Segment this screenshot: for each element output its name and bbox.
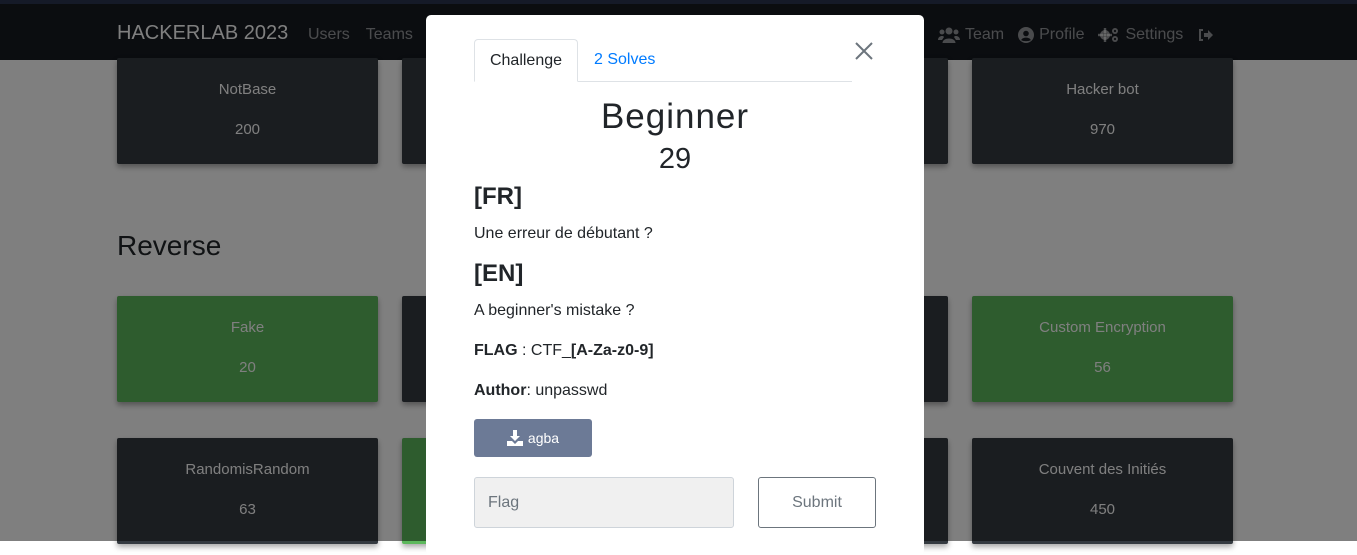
flag-input[interactable] xyxy=(474,477,734,528)
description-text-fr: Une erreur de débutant ? xyxy=(474,225,653,242)
description-text-en: A beginner's mistake ? xyxy=(474,302,635,319)
description-heading-fr: [FR] xyxy=(474,183,522,210)
challenge-modal: Challenge 2 Solves Beginner 29 [FR] Une … xyxy=(426,15,924,555)
flag-prefix: : CTF_ xyxy=(517,342,571,359)
close-button[interactable] xyxy=(854,41,874,61)
tab-challenge[interactable]: Challenge xyxy=(474,39,578,82)
tab-solves[interactable]: 2 Solves xyxy=(578,39,671,81)
challenge-name: Beginner xyxy=(600,97,750,136)
author-value: : unpasswd xyxy=(526,382,608,399)
author-line: Author: unpasswd xyxy=(474,382,894,400)
flag-format: [A-Za-z0-9] xyxy=(570,342,654,359)
description-heading-en: [EN] xyxy=(474,260,524,287)
modal-tabs: Challenge 2 Solves xyxy=(474,39,852,82)
download-icon xyxy=(506,430,523,446)
challenge-value: 29 xyxy=(658,143,692,175)
submit-button[interactable]: Submit xyxy=(758,477,876,528)
author-label: Author xyxy=(474,382,527,399)
close-icon xyxy=(855,42,873,60)
flag-format-line: FLAG : CTF_[A-Za-z0-9] xyxy=(474,342,894,360)
download-file-label: agba xyxy=(527,430,560,446)
flag-label: FLAG xyxy=(474,342,518,359)
download-file-button[interactable]: agba xyxy=(474,419,592,457)
